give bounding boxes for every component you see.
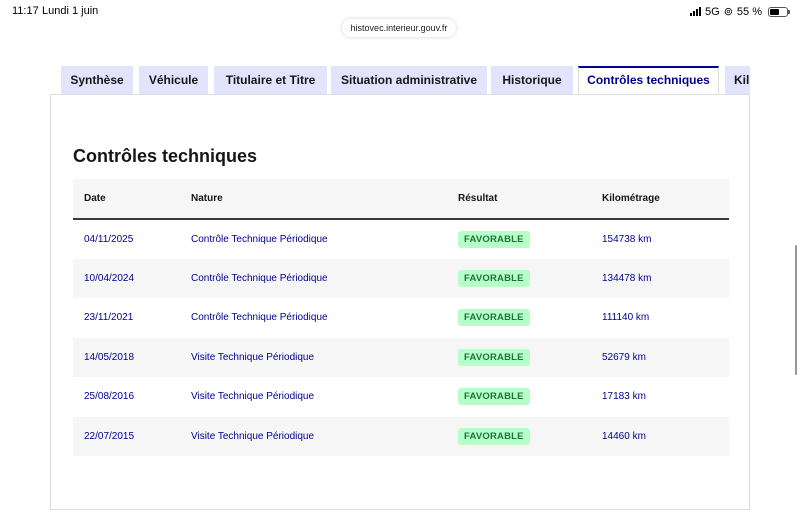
cell-date: 23/11/2021 [84, 312, 134, 324]
section-title: Contrôles techniques [73, 146, 258, 166]
header-kilometrage: Kilométrage [602, 193, 660, 204]
cell-resultat: FAVORABLE [458, 219, 602, 259]
cell-kilometrage: 17183 km [602, 391, 646, 403]
status-indicators: 5G ⊚ 55 % [690, 5, 790, 18]
tab-titulaire-et-titre[interactable]: Titulaire et Titre [214, 66, 327, 94]
table-row: 25/08/2016 Visite Technique Périodique F… [73, 377, 729, 417]
result-badge: FAVORABLE [458, 230, 530, 248]
table-row: 23/11/2021 Contrôle Technique Périodique… [73, 298, 729, 338]
tab-controles-techniques[interactable]: Contrôles techniques [578, 66, 719, 94]
battery-icon [768, 6, 790, 17]
cell-kilometrage: 111140 km [602, 312, 650, 324]
cell-resultat: FAVORABLE [458, 259, 602, 299]
table-row: 04/11/2025 Contrôle Technique Périodique… [73, 219, 729, 259]
result-badge: FAVORABLE [458, 309, 530, 327]
table-row: 22/07/2015 Visite Technique Périodique F… [73, 416, 729, 457]
cell-resultat: FAVORABLE [458, 298, 602, 338]
result-badge: FAVORABLE [458, 348, 530, 366]
tab-bar: Synthèse Véhicule Titulaire et Titre Sit… [61, 66, 750, 94]
cell-nature: Contrôle Technique Périodique [191, 233, 328, 245]
table-header-row: Date Nature Résultat Kilométrage [73, 179, 729, 219]
tab-panel: Contrôles techniques Date Nature Résulta… [50, 94, 750, 510]
header-nature: Nature [191, 193, 223, 204]
tab-kilometrage[interactable]: Kil [725, 66, 750, 94]
cell-date: 14/05/2018 [84, 351, 135, 363]
url-bar[interactable]: histovec.interieur.gouv.fr [342, 19, 456, 37]
cell-nature: Visite Technique Périodique [191, 391, 315, 403]
table-row: 14/05/2018 Visite Technique Périodique F… [73, 337, 729, 378]
cell-kilometrage: 134478 km [602, 272, 652, 284]
cell-kilometrage: 52679 km [602, 351, 646, 363]
cell-nature: Visite Technique Périodique [191, 430, 315, 442]
cell-resultat: FAVORABLE [458, 417, 602, 457]
controles-table: Date Nature Résultat Kilométrage 04/11/2… [73, 179, 729, 456]
tab-historique[interactable]: Historique [491, 66, 573, 94]
header-date: Date [84, 193, 106, 204]
tab-situation-administrative[interactable]: Situation administrative [331, 66, 487, 94]
cell-date: 04/11/2025 [84, 233, 134, 245]
status-date: Lundi 1 juin [42, 5, 99, 17]
cell-nature: Contrôle Technique Périodique [191, 312, 328, 324]
cell-nature: Visite Technique Périodique [191, 351, 315, 363]
cell-kilometrage: 14460 km [602, 430, 646, 442]
tab-vehicule[interactable]: Véhicule [139, 66, 208, 94]
page-scrollbar[interactable] [795, 245, 797, 375]
status-time: 11:17 [12, 5, 39, 17]
cell-date: 22/07/2015 [84, 430, 135, 442]
cell-kilometrage: 154738 km [602, 233, 652, 245]
header-resultat: Résultat [458, 193, 498, 204]
table-row: 10/04/2024 Contrôle Technique Périodique… [73, 258, 729, 299]
cell-nature: Contrôle Technique Périodique [191, 272, 328, 284]
network-type: 5G [705, 5, 720, 18]
battery-percent: 55 % [736, 5, 762, 18]
result-badge: FAVORABLE [458, 427, 530, 445]
result-badge: FAVORABLE [458, 388, 530, 406]
cellular-signal-icon [690, 7, 702, 16]
cell-date: 25/08/2016 [84, 391, 135, 403]
cell-date: 10/04/2024 [84, 272, 135, 284]
tab-synthese[interactable]: Synthèse [61, 66, 133, 94]
result-badge: FAVORABLE [458, 269, 530, 287]
cell-resultat: FAVORABLE [458, 338, 602, 378]
cell-resultat: FAVORABLE [458, 377, 602, 417]
screen-lock-icon: ⊚ [723, 6, 733, 18]
